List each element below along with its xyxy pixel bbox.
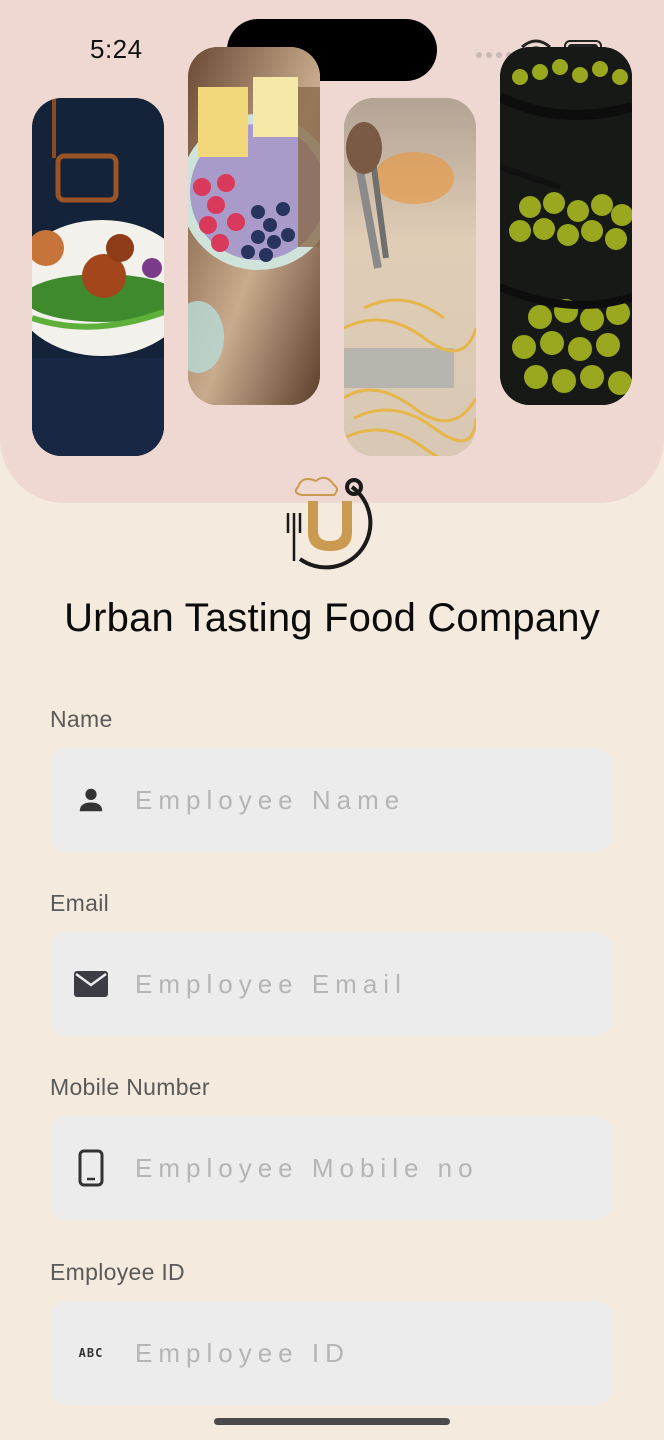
employee-id-field[interactable]: ABC: [51, 1301, 612, 1405]
name-label: Name: [50, 706, 113, 732]
smoothie-bowl-photo: [188, 47, 320, 405]
employee-id-input[interactable]: [135, 1301, 595, 1405]
email-label: Email: [50, 890, 110, 916]
olives-photo: [500, 47, 632, 405]
employee-email-input[interactable]: [135, 932, 595, 1036]
company-logo: U: [286, 476, 373, 570]
email-field[interactable]: [51, 932, 612, 1036]
mobile-label: Mobile Number: [50, 1074, 210, 1100]
mail-icon: [73, 966, 109, 1002]
company-title: Urban Tasting Food Company: [64, 596, 600, 640]
employee-name-input[interactable]: [135, 748, 595, 852]
employee-id-label: Employee ID: [50, 1259, 185, 1285]
home-indicator[interactable]: [214, 1418, 450, 1425]
phone-icon: [73, 1149, 109, 1187]
abc-icon: ABC: [78, 1346, 104, 1360]
name-field[interactable]: [51, 748, 612, 852]
plated-dish-photo: [32, 98, 164, 456]
mobile-field[interactable]: [51, 1116, 612, 1220]
employee-mobile-input[interactable]: [135, 1116, 595, 1220]
person-icon: [73, 782, 109, 818]
status-time: 5:24: [90, 34, 143, 64]
hero-banner: 5:24: [0, 0, 664, 503]
noodles-cooking-photo: [344, 98, 476, 456]
